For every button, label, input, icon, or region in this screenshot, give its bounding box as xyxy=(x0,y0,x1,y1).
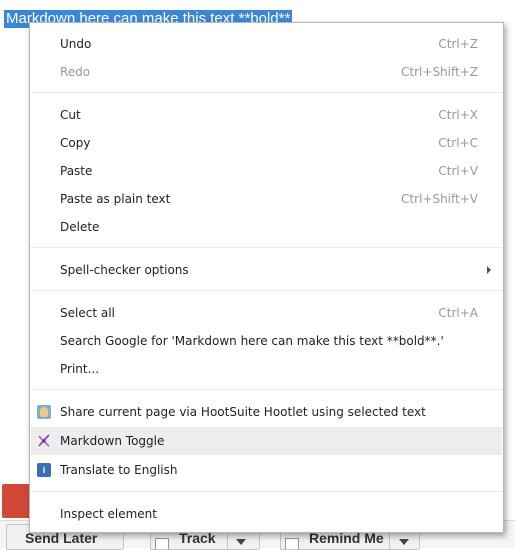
menu-item-label: Select all xyxy=(60,306,115,320)
submenu-arrow-icon xyxy=(487,266,491,274)
menu-item-label: Paste xyxy=(60,164,93,178)
menu-item-shortcut: Ctrl+C xyxy=(438,136,478,150)
menu-item-shortcut: Ctrl+A xyxy=(438,306,478,320)
menu-item-label: Print... xyxy=(60,362,100,376)
track-checkbox[interactable] xyxy=(155,538,169,549)
menu-item-redo[interactable]: Redo Ctrl+Shift+Z xyxy=(31,58,502,86)
menu-item-shortcut: Ctrl+Shift+Z xyxy=(401,65,478,79)
context-menu: Undo Ctrl+Z Redo Ctrl+Shift+Z Cut Ctrl+X… xyxy=(29,22,504,533)
menu-item-label: Undo xyxy=(60,37,92,51)
menu-item-label: Cut xyxy=(60,108,81,122)
menu-separator xyxy=(31,290,502,291)
menu-item-shortcut: Ctrl+X xyxy=(438,108,478,122)
menu-separator xyxy=(31,247,502,248)
menu-item-paste[interactable]: Paste Ctrl+V xyxy=(31,157,502,185)
menu-item-label: Copy xyxy=(60,136,91,150)
menu-separator xyxy=(31,92,502,93)
menu-item-shortcut: Ctrl+Shift+V xyxy=(401,192,478,206)
track-dropdown-arrow-icon[interactable] xyxy=(236,539,246,545)
menu-separator xyxy=(31,389,502,390)
menu-item-paste-plain-text[interactable]: Paste as plain text Ctrl+Shift+V xyxy=(31,185,502,213)
menu-item-undo[interactable]: Undo Ctrl+Z xyxy=(31,30,502,58)
menu-item-copy[interactable]: Copy Ctrl+C xyxy=(31,129,502,157)
menu-item-label: Redo xyxy=(60,65,91,79)
hootsuite-icon xyxy=(37,405,51,419)
menu-item-translate[interactable]: i Translate to English xyxy=(31,456,502,484)
menu-item-markdown-toggle[interactable]: Markdown Toggle xyxy=(31,427,502,455)
markdown-here-icon xyxy=(38,434,50,447)
remind-me-dropdown-arrow-icon[interactable] xyxy=(399,539,409,545)
menu-item-shortcut: Ctrl+Z xyxy=(438,37,478,51)
menu-item-print[interactable]: Print... xyxy=(31,355,502,383)
menu-item-shortcut: Ctrl+V xyxy=(438,164,478,178)
menu-item-label: Share current page via HootSuite Hootlet… xyxy=(60,405,426,419)
menu-item-label: Spell-checker options xyxy=(60,263,189,277)
menu-item-delete[interactable]: Delete xyxy=(31,213,502,241)
menu-item-label: Markdown Toggle xyxy=(60,434,165,448)
menu-item-label: Inspect element xyxy=(60,507,157,521)
menu-item-label: Paste as plain text xyxy=(60,192,171,206)
menu-item-search-google[interactable]: Search Google for 'Markdown here can mak… xyxy=(31,327,502,355)
menu-separator xyxy=(31,491,502,492)
menu-item-select-all[interactable]: Select all Ctrl+A xyxy=(31,299,502,327)
menu-item-cut[interactable]: Cut Ctrl+X xyxy=(31,101,502,129)
google-translate-icon: i xyxy=(37,463,51,477)
menu-item-spell-checker-options[interactable]: Spell-checker options xyxy=(31,256,502,284)
menu-item-label: Translate to English xyxy=(60,463,178,477)
menu-item-label: Search Google for 'Markdown here can mak… xyxy=(60,334,444,348)
menu-item-label: Delete xyxy=(60,220,100,234)
remind-me-checkbox[interactable] xyxy=(285,538,299,549)
menu-item-hootsuite-share[interactable]: Share current page via HootSuite Hootlet… xyxy=(31,398,502,426)
menu-item-inspect-element[interactable]: Inspect element xyxy=(31,500,502,528)
